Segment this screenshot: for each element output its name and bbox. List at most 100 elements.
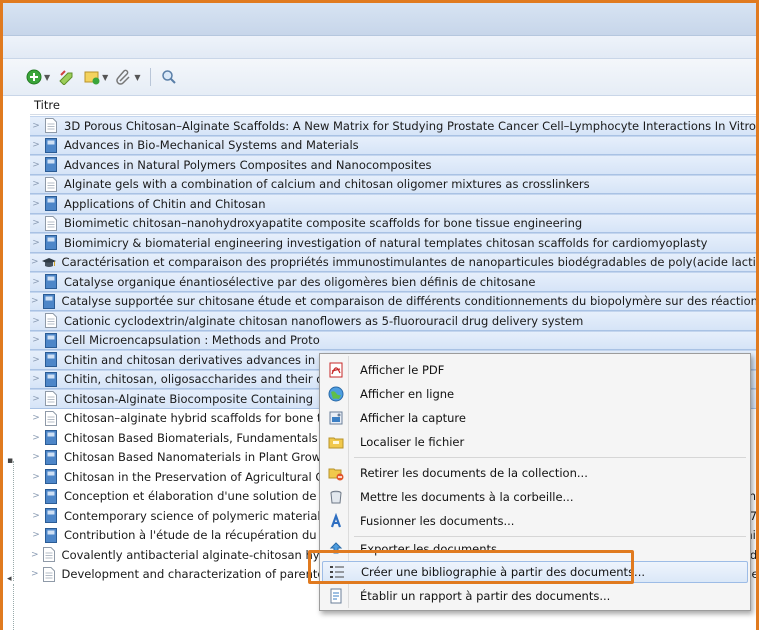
menu-item-label: Afficher en ligne	[360, 387, 455, 401]
table-row[interactable]: > Advances in Bio-Mechanical Systems and …	[30, 135, 756, 155]
book-icon	[45, 157, 57, 173]
table-row[interactable]: > Advances in Natural Polymers Composites…	[30, 155, 756, 175]
expand-arrow-icon[interactable]: >	[31, 179, 41, 189]
table-row[interactable]: > Cationic cyclodextrin/alginate chitosan…	[30, 311, 756, 331]
menu-item-label: Fusionner les documents...	[360, 514, 515, 528]
expand-arrow-icon[interactable]: >	[31, 238, 41, 248]
expand-arrow-icon[interactable]: >	[31, 335, 41, 345]
item-title: Catalyse supportée sur chitosane étude e…	[61, 294, 759, 309]
gutter-guide	[13, 584, 15, 630]
table-row[interactable]: > Biomimetic chitosan–nanohydroxyapatite …	[30, 213, 756, 233]
expand-arrow-icon[interactable]: >	[31, 316, 41, 326]
document-icon	[45, 410, 57, 426]
column-header-title[interactable]: Titre	[30, 96, 756, 115]
column-header-label: Titre	[34, 98, 60, 112]
book-icon	[45, 430, 57, 446]
expand-arrow-icon[interactable]: >	[31, 569, 39, 579]
document-icon	[45, 118, 57, 134]
attach-button[interactable]: ▼	[113, 66, 143, 88]
book-icon	[45, 332, 57, 348]
add-icon	[26, 69, 42, 85]
expand-arrow-icon[interactable]: >	[31, 277, 41, 287]
menu-item-label: Retirer les documents de la collection..…	[360, 466, 588, 480]
item-title: Chitosan Based Nanomaterials in Plant Gr…	[64, 450, 322, 465]
item-title: Conception et élaboration d'une solution…	[64, 489, 317, 504]
expand-arrow-icon[interactable]: >	[31, 413, 41, 423]
expand-arrow-icon[interactable]: >	[31, 433, 41, 443]
annotation-highlight-box	[308, 550, 634, 584]
toolbar-separator	[150, 68, 152, 86]
new-collection-button[interactable]: ▼	[81, 66, 111, 88]
item-title: Catalyse organique énantiosélective par …	[64, 274, 536, 289]
table-row[interactable]: > Cell Microencapsulation : Methods and P…	[30, 330, 756, 350]
menu-item-generate-report[interactable]: Établir un rapport à partir des document…	[322, 585, 748, 607]
item-title: Biomimetic chitosan–nanohydroxyapatite c…	[64, 216, 583, 231]
book-icon	[45, 352, 57, 368]
item-title: Caractérisation et comparaison des propr…	[61, 255, 759, 270]
expand-arrow-icon[interactable]: >	[31, 491, 41, 501]
new-item-button[interactable]: ▼	[23, 66, 53, 88]
item-title: Chitin, chitosan, oligosaccharides and t…	[64, 372, 324, 387]
document-icon	[45, 215, 57, 231]
gutter-marker: ◂	[7, 574, 12, 584]
item-title: Chitosan–alginate hybrid scaffolds for b…	[64, 411, 322, 426]
menu-bar	[3, 36, 756, 59]
item-title: Biomimicry & biomaterial engineering inv…	[64, 235, 708, 250]
menu-item-view-pdf[interactable]: Afficher le PDF	[322, 359, 748, 381]
expand-arrow-icon[interactable]: >	[31, 530, 41, 540]
new-tag-button[interactable]	[55, 66, 79, 88]
book-icon	[45, 196, 57, 212]
expand-arrow-icon[interactable]: >	[31, 472, 41, 482]
expand-arrow-icon[interactable]: >	[31, 199, 41, 209]
item-title: Advances in Natural Polymers Composites …	[64, 157, 432, 172]
table-row[interactable]: > Applications of Chitin and Chitosan	[30, 194, 756, 214]
snapshot-icon	[329, 411, 343, 425]
expand-arrow-icon[interactable]: >	[31, 374, 41, 384]
menu-item-locate-file[interactable]: Localiser le fichier	[322, 431, 748, 453]
menu-item-merge-items[interactable]: Fusionner les documents...	[322, 510, 748, 532]
toolbar: ▼ ▼ ▼	[3, 59, 756, 96]
table-row[interactable]: >3D Porous Chitosan–Alginate Scaffolds: …	[30, 116, 756, 136]
book-icon	[45, 449, 57, 465]
table-row[interactable]: > Biomimicry & biomaterial engineering in…	[30, 233, 756, 253]
item-title: Cell Microencapsulation : Methods and Pr…	[64, 333, 320, 348]
menu-item-label: Mettre les documents à la corbeille...	[360, 490, 574, 504]
menu-item-view-snapshot[interactable]: Afficher la capture	[322, 407, 748, 429]
item-title: Chitosan in the Preservation of Agricult…	[64, 469, 324, 484]
document-icon	[45, 176, 57, 192]
expand-arrow-icon[interactable]: >	[31, 550, 39, 560]
book-icon	[45, 274, 57, 290]
search-icon	[162, 70, 177, 84]
book-icon	[42, 293, 55, 309]
expand-arrow-icon[interactable]: >	[31, 452, 41, 462]
book-icon	[45, 235, 57, 251]
collection-icon	[84, 71, 100, 85]
expand-arrow-icon[interactable]: >	[31, 218, 41, 228]
table-row[interactable]: > Catalyse supportée sur chitosane étude …	[30, 291, 759, 311]
menu-item-remove-from-collection[interactable]: Retirer les documents de la collection..…	[322, 462, 748, 484]
merge-icon	[330, 513, 342, 528]
menu-item-view-online[interactable]: Afficher en ligne	[322, 383, 748, 405]
expand-arrow-icon[interactable]: >	[31, 394, 41, 404]
document-icon	[45, 313, 57, 329]
expand-arrow-icon[interactable]: >	[31, 140, 41, 150]
app-window: ▼ ▼ ▼ ▪ ◂ Titre >3D Porous Chitosan–Algi…	[0, 0, 759, 630]
table-row[interactable]: > Catalyse organique énantiosélective par…	[30, 272, 756, 292]
expand-arrow-icon[interactable]: >	[31, 257, 39, 267]
expand-arrow-icon[interactable]: >	[31, 296, 39, 306]
expand-arrow-icon[interactable]: >	[31, 121, 41, 131]
search-button[interactable]	[158, 66, 180, 88]
globe-icon	[328, 386, 344, 402]
expand-arrow-icon[interactable]: >	[31, 355, 41, 365]
table-row[interactable]: > Alginate gels with a combination of cal…	[30, 174, 756, 194]
item-title: Chitin and chitosan derivatives advances…	[64, 352, 327, 367]
expand-arrow-icon[interactable]: >	[31, 160, 41, 170]
chevron-down-icon: ▼	[102, 72, 109, 82]
expand-arrow-icon[interactable]: >	[31, 511, 41, 521]
menu-item-move-to-trash[interactable]: Mettre les documents à la corbeille...	[322, 486, 748, 508]
folder-icon	[328, 437, 344, 449]
menu-separator	[354, 457, 746, 458]
menu-item-label: Afficher la capture	[360, 411, 466, 425]
item-title: Applications of Chitin and Chitosan	[64, 196, 266, 211]
table-row[interactable]: > Caractérisation et comparaison des prop…	[30, 252, 759, 272]
